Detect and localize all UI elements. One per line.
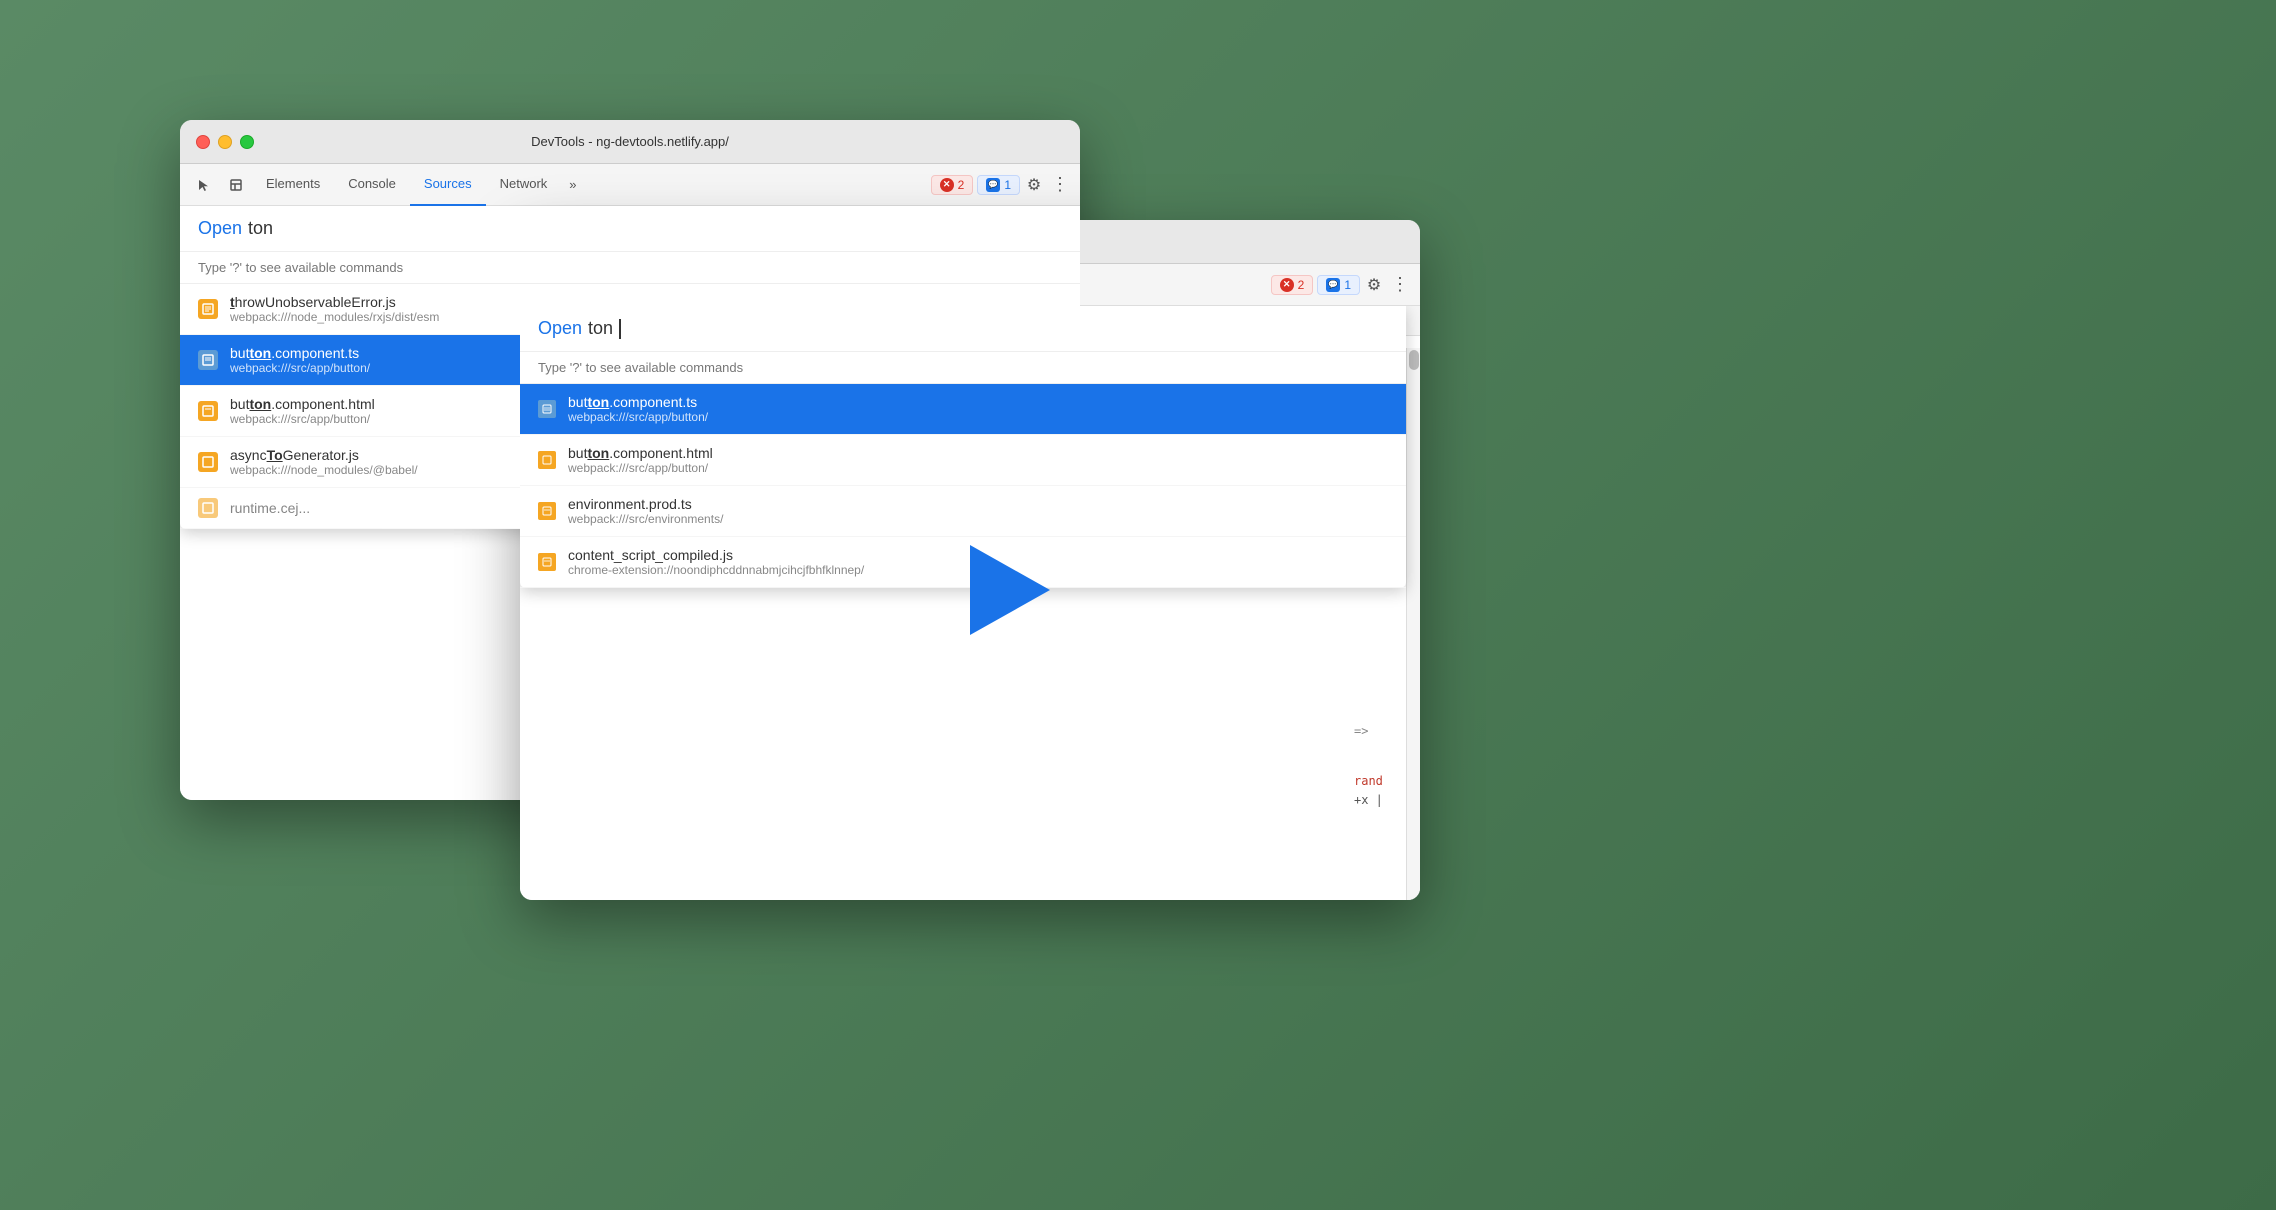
file-icon-1-front <box>538 400 556 418</box>
cp-item-name-1-back: throwUnobservableError.js <box>230 294 439 310</box>
cp-item-path-4-back: webpack:///node_modules/@babel/ <box>230 463 418 477</box>
code-x: +x | <box>1354 791 1406 810</box>
tab-network-back[interactable]: Network <box>486 164 562 206</box>
cp-open-label-front: Open <box>538 318 582 339</box>
file-icon-2-back <box>198 350 218 370</box>
file-icon-4-front <box>538 553 556 571</box>
traffic-lights-back <box>196 135 254 149</box>
error-count-front: 2 <box>1298 278 1305 292</box>
cp-item-3-front[interactable]: environment.prod.ts webpack:///src/envir… <box>520 486 1406 537</box>
cp-item-name-4-back: asyncToGenerator.js <box>230 447 418 463</box>
error-icon-front: ✕ <box>1280 278 1294 292</box>
cp-item-info-2-back: button.component.ts webpack:///src/app/b… <box>230 345 370 375</box>
error-count-back: 2 <box>958 178 965 192</box>
cp-cursor-front <box>619 319 621 339</box>
file-icon-1-back <box>198 299 218 319</box>
error-icon-back: ✕ <box>940 178 954 192</box>
cp-item-name-5-back: runtime.cej... <box>230 500 310 516</box>
info-icon-front: 💬 <box>1326 278 1340 292</box>
file-icon-2-front <box>538 451 556 469</box>
info-count-back: 1 <box>1004 178 1011 192</box>
file-icon-4-back <box>198 452 218 472</box>
tab-elements-back[interactable]: Elements <box>252 164 334 206</box>
cp-hint-front: Type '?' to see available commands <box>520 352 1406 384</box>
arrow-indicator <box>970 545 1050 635</box>
cp-input-text-back: ton <box>248 218 273 239</box>
cp-item-name-2-front: button.component.html <box>568 445 713 461</box>
cp-item-info-3-front: environment.prod.ts webpack:///src/envir… <box>568 496 723 526</box>
error-badge-back[interactable]: ✕ 2 <box>931 175 974 195</box>
error-badge-front[interactable]: ✕ 2 <box>1271 275 1314 295</box>
cp-item-1-front[interactable]: button.component.ts webpack:///src/app/b… <box>520 384 1406 435</box>
tabbar-back: Elements Console Sources Network » ✕ 2 💬… <box>180 164 1080 206</box>
tab-sources-back[interactable]: Sources <box>410 164 486 206</box>
more-options-icon-back[interactable]: ⋮ <box>1048 171 1072 199</box>
cp-item-info-4-back: asyncToGenerator.js webpack:///node_modu… <box>230 447 418 477</box>
scrollbar-front[interactable] <box>1406 348 1420 900</box>
cp-item-name-2-back: button.component.ts <box>230 345 370 361</box>
cp-item-path-4-front: chrome-extension://noondiphcddnnabmjcihc… <box>568 563 864 577</box>
info-badge-back[interactable]: 💬 1 <box>977 175 1020 195</box>
file-icon-3-front <box>538 502 556 520</box>
file-icon-5-back <box>198 498 218 518</box>
titlebar-back: DevTools - ng-devtools.netlify.app/ <box>180 120 1080 164</box>
window-title-back: DevTools - ng-devtools.netlify.app/ <box>531 134 729 149</box>
cp-input-text-front: ton <box>588 318 613 339</box>
cp-item-info-1-back: throwUnobservableError.js webpack:///nod… <box>230 294 439 324</box>
cp-hint-back: Type '?' to see available commands <box>180 252 1080 284</box>
command-palette-front: Open ton Type '?' to see available comma… <box>520 306 1406 588</box>
tab-console-back[interactable]: Console <box>334 164 410 206</box>
cp-item-info-5-back: runtime.cej... <box>230 500 310 516</box>
cp-item-name-1-front: button.component.ts <box>568 394 708 410</box>
settings-icon-back[interactable]: ⚙ <box>1020 171 1048 199</box>
more-options-icon-front[interactable]: ⋮ <box>1388 271 1412 299</box>
code-arrow: => <box>1354 722 1406 741</box>
cp-item-name-3-back: button.component.html <box>230 396 375 412</box>
cp-item-path-1-front: webpack:///src/app/button/ <box>568 410 708 424</box>
cp-item-path-1-back: webpack:///node_modules/rxjs/dist/esm <box>230 310 439 324</box>
minimize-button-back[interactable] <box>218 135 232 149</box>
cp-item-name-4-front: content_script_compiled.js <box>568 547 864 563</box>
cp-item-info-4-front: content_script_compiled.js chrome-extens… <box>568 547 864 577</box>
settings-icon-front[interactable]: ⚙ <box>1360 271 1388 299</box>
arrow-icon <box>970 545 1050 635</box>
scrollbar-thumb-front[interactable] <box>1409 350 1419 370</box>
cp-item-name-3-front: environment.prod.ts <box>568 496 723 512</box>
info-icon-back: 💬 <box>986 178 1000 192</box>
cp-item-path-2-back: webpack:///src/app/button/ <box>230 361 370 375</box>
cp-open-label-back: Open <box>198 218 242 239</box>
close-button-back[interactable] <box>196 135 210 149</box>
cp-item-2-front[interactable]: button.component.html webpack:///src/app… <box>520 435 1406 486</box>
cp-input-row-front[interactable]: Open ton <box>520 306 1406 352</box>
cursor-icon-back[interactable] <box>188 169 220 201</box>
cp-item-path-3-front: webpack:///src/environments/ <box>568 512 723 526</box>
cp-item-path-2-front: webpack:///src/app/button/ <box>568 461 713 475</box>
file-icon-3-back <box>198 401 218 421</box>
info-count-front: 1 <box>1344 278 1351 292</box>
code-rand: rand <box>1354 772 1406 791</box>
tab-more-back[interactable]: » <box>561 171 584 198</box>
cp-item-4-front[interactable]: content_script_compiled.js chrome-extens… <box>520 537 1406 588</box>
cp-input-row-back[interactable]: Open ton <box>180 206 1080 252</box>
fullscreen-button-back[interactable] <box>240 135 254 149</box>
cp-item-path-3-back: webpack:///src/app/button/ <box>230 412 375 426</box>
info-badge-front[interactable]: 💬 1 <box>1317 275 1360 295</box>
cp-item-info-1-front: button.component.ts webpack:///src/app/b… <box>568 394 708 424</box>
cp-item-info-2-front: button.component.html webpack:///src/app… <box>568 445 713 475</box>
inspect-icon-back[interactable] <box>220 169 252 201</box>
cp-item-info-3-back: button.component.html webpack:///src/app… <box>230 396 375 426</box>
